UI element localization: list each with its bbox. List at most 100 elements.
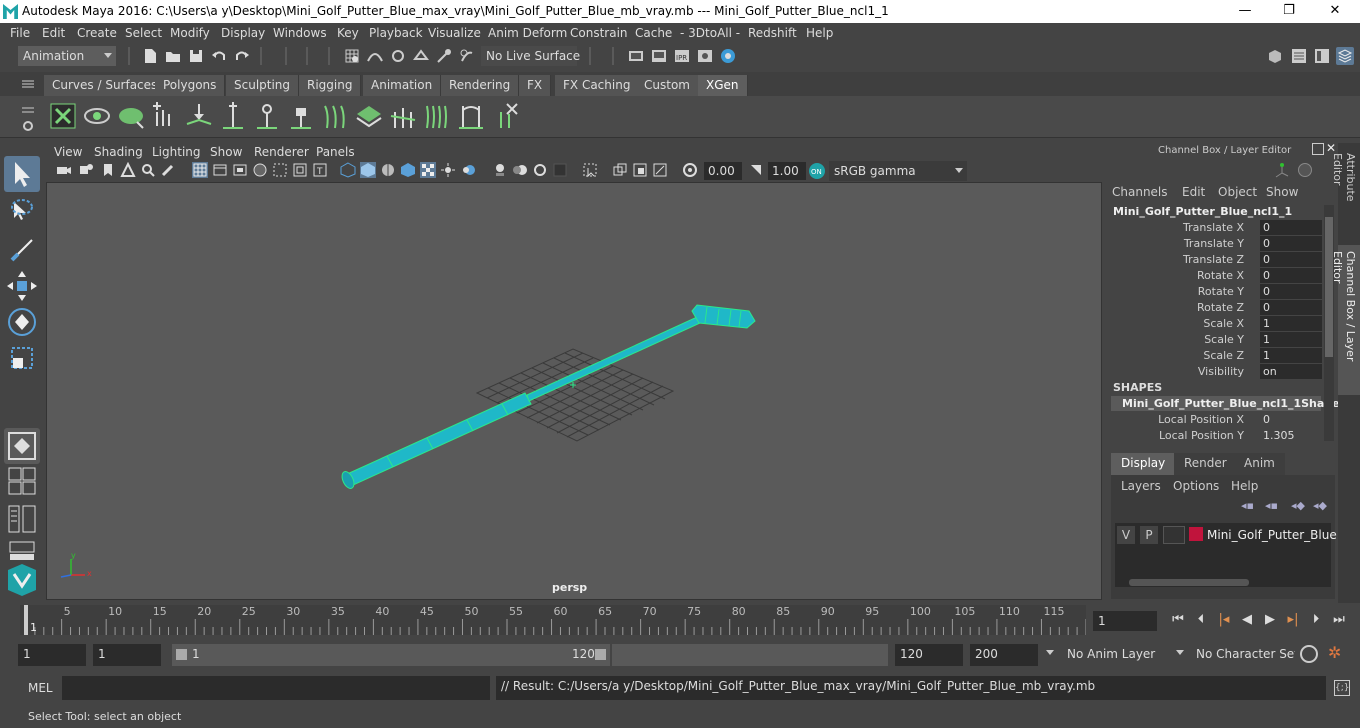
new-empty-layer-icon[interactable]: ◂◆ bbox=[1291, 499, 1305, 512]
channel-rotate-z[interactable]: Rotate Z 0 bbox=[1106, 300, 1324, 316]
channel-visibility[interactable]: Visibility on bbox=[1106, 364, 1324, 380]
menu-cache[interactable]: Cache bbox=[635, 26, 672, 40]
camera-select-icon[interactable] bbox=[56, 162, 72, 178]
film-gate-icon[interactable] bbox=[212, 162, 228, 178]
chevron-down-icon[interactable] bbox=[1176, 650, 1184, 655]
channel-scale-y[interactable]: Scale Y 1 bbox=[1106, 332, 1324, 348]
channel-translate-y[interactable]: Translate Y 0 bbox=[1106, 236, 1324, 252]
xgen-groom-layers-icon[interactable] bbox=[355, 102, 383, 130]
command-input[interactable] bbox=[62, 676, 490, 700]
attribute-editor-toggle-icon[interactable] bbox=[1290, 47, 1308, 65]
motion-blur-icon[interactable] bbox=[512, 162, 528, 178]
layer-tab-render[interactable]: Render bbox=[1174, 453, 1237, 475]
tab-attribute-editor[interactable]: Attribute Editor bbox=[1331, 147, 1360, 237]
minimize-button[interactable]: — bbox=[1222, 0, 1268, 23]
perspective-viewport[interactable]: y x persp bbox=[46, 182, 1102, 600]
channel-value[interactable]: 1 bbox=[1260, 332, 1322, 347]
xgen-groom-brush-icon[interactable] bbox=[389, 102, 417, 130]
xgen-add-modifier-icon[interactable] bbox=[219, 102, 247, 130]
script-editor-icon[interactable]: {;} bbox=[1334, 680, 1350, 696]
auto-key-icon[interactable] bbox=[1300, 645, 1318, 663]
layer-color-swatch[interactable] bbox=[1189, 527, 1203, 541]
snap-grid-icon[interactable] bbox=[343, 47, 361, 65]
color-space-dropdown[interactable]: sRGB gamma bbox=[829, 161, 967, 181]
tool-settings-toggle-icon[interactable] bbox=[1313, 47, 1331, 65]
xgen-grow-tool-icon[interactable] bbox=[423, 102, 451, 130]
channel-value[interactable]: 1 bbox=[1260, 316, 1322, 331]
current-time-marker[interactable] bbox=[24, 605, 28, 635]
xray-active-components-icon[interactable] bbox=[632, 162, 648, 178]
range-slider-track[interactable] bbox=[612, 644, 888, 666]
channel-box-lock-icon[interactable] bbox=[1298, 163, 1312, 177]
render-settings-icon[interactable] bbox=[696, 47, 714, 65]
channel-value[interactable]: on bbox=[1260, 364, 1322, 379]
menu-edit[interactable]: Edit bbox=[42, 26, 65, 40]
channel-value[interactable]: 0 bbox=[1260, 236, 1322, 251]
render-view-icon[interactable] bbox=[627, 47, 645, 65]
range-slider[interactable]: 1 120 bbox=[172, 644, 610, 666]
channel-scale-z[interactable]: Scale Z 1 bbox=[1106, 348, 1324, 364]
channel-rotate-x[interactable]: Rotate X 0 bbox=[1106, 268, 1324, 284]
go-to-end-button[interactable]: ⏭ bbox=[1330, 611, 1348, 629]
layer-name[interactable]: Mini_Golf_Putter_Blue bbox=[1207, 528, 1337, 542]
channel-translate-x[interactable]: Translate X 0 bbox=[1106, 220, 1324, 236]
channel-value[interactable]: 1 bbox=[1260, 348, 1322, 363]
modeling-toolkit-icon[interactable] bbox=[1266, 47, 1284, 65]
exposure-field[interactable]: 0.00 bbox=[704, 162, 742, 180]
render-frame-icon[interactable] bbox=[650, 47, 668, 65]
layer-list-scrollbar[interactable] bbox=[1115, 577, 1331, 587]
redo-icon[interactable] bbox=[233, 47, 251, 65]
gate-mask-icon[interactable] bbox=[252, 162, 268, 178]
channel-value[interactable]: 0 bbox=[1260, 412, 1322, 427]
viewport-menu-view[interactable]: View bbox=[54, 145, 82, 159]
menu-key[interactable]: Key bbox=[337, 26, 359, 40]
anti-aliasing-icon[interactable] bbox=[532, 162, 548, 178]
color-management-icon[interactable]: ON bbox=[808, 162, 826, 180]
make-live-icon[interactable] bbox=[458, 47, 476, 65]
xgen-guides-to-curves-icon[interactable] bbox=[321, 102, 349, 130]
select-tool-icon[interactable] bbox=[4, 156, 40, 192]
maximize-button[interactable]: ❐ bbox=[1266, 0, 1312, 23]
channel-box-toggle-icon[interactable] bbox=[1336, 47, 1354, 65]
channel-local-position-y[interactable]: Local Position Y 1.305 bbox=[1106, 428, 1324, 444]
menu-file[interactable]: File bbox=[10, 26, 30, 40]
shelf-tab-animation[interactable]: Animation bbox=[363, 75, 442, 96]
camera-attributes-icon[interactable] bbox=[78, 162, 94, 178]
shelf-tab-fx-caching[interactable]: FX Caching bbox=[555, 75, 640, 96]
close-button[interactable]: ✕ bbox=[1312, 0, 1358, 23]
shelf-tab-custom[interactable]: Custom bbox=[636, 75, 699, 96]
2d-pan-zoom-icon[interactable] bbox=[140, 162, 156, 178]
current-frame-field[interactable]: 1 bbox=[1093, 611, 1157, 631]
time-slider[interactable]: 5 10 15 20 25 30 35 40 45 50 55 60 65 70 75 80 85 90 95 100… bbox=[20, 605, 1086, 635]
xgen-guide-tool-icon[interactable] bbox=[185, 102, 213, 130]
layer-menu-layers[interactable]: Layers bbox=[1121, 479, 1161, 493]
menu-anim-deform[interactable]: Anim Deform bbox=[488, 26, 567, 40]
chevron-down-icon[interactable] bbox=[1046, 650, 1054, 655]
menu-select[interactable]: Select bbox=[125, 26, 162, 40]
menu-help[interactable]: Help bbox=[806, 26, 833, 40]
menu-constrain[interactable]: Constrain bbox=[570, 26, 628, 40]
shelf-tab-fx[interactable]: FX bbox=[519, 75, 552, 96]
viewport-menu-show[interactable]: Show bbox=[210, 145, 242, 159]
save-scene-icon[interactable] bbox=[187, 47, 205, 65]
viewport-menu-panels[interactable]: Panels bbox=[316, 145, 355, 159]
menu-display[interactable]: Display bbox=[221, 26, 265, 40]
gamma-field[interactable]: 1.00 bbox=[768, 162, 806, 180]
outliner-layout-icon[interactable] bbox=[4, 502, 40, 538]
xray-checker-icon[interactable] bbox=[420, 162, 436, 178]
menu-set-dropdown[interactable]: Animation bbox=[18, 46, 116, 66]
cb-object-name[interactable]: Mini_Golf_Putter_Blue_ncl1_1 bbox=[1113, 205, 1292, 218]
step-forward-frame-button[interactable]: ▸| bbox=[1284, 611, 1302, 629]
scrollbar-thumb[interactable] bbox=[1129, 579, 1249, 586]
shelf-tab-rigging[interactable]: Rigging bbox=[299, 75, 362, 96]
menu-visualize[interactable]: Visualize bbox=[428, 26, 481, 40]
safe-action-icon[interactable] bbox=[292, 162, 308, 178]
move-layer-down-icon[interactable]: ◂▪ bbox=[1265, 499, 1278, 512]
resolution-gate-icon[interactable] bbox=[232, 162, 248, 178]
channel-value[interactable]: 0 bbox=[1260, 268, 1322, 283]
cb-menu-show[interactable]: Show bbox=[1266, 185, 1298, 199]
grease-pencil-icon[interactable] bbox=[160, 162, 176, 178]
snap-point-icon[interactable] bbox=[389, 47, 407, 65]
play-forwards-button[interactable]: ▶ bbox=[1261, 611, 1279, 629]
bookmark-icon[interactable] bbox=[100, 162, 116, 178]
